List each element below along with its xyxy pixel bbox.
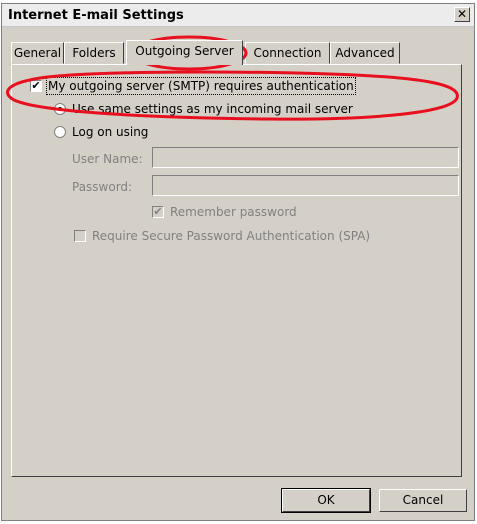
tab-folders[interactable]: Folders (64, 42, 124, 64)
tab-outgoing-server[interactable]: Outgoing Server (126, 40, 243, 65)
user-name-field[interactable] (152, 147, 459, 168)
use-same-settings-label: Use same settings as my incoming mail se… (72, 102, 353, 116)
ok-button[interactable]: OK (281, 488, 371, 513)
smtp-auth-row[interactable]: ✔ My outgoing server (SMTP) requires aut… (30, 77, 356, 95)
tab-advanced[interactable]: Advanced (330, 42, 400, 64)
log-on-using-label: Log on using (72, 125, 149, 139)
user-name-label: User Name: (72, 152, 143, 166)
remember-password-checkbox[interactable]: ✔ (152, 206, 164, 218)
remember-password-row[interactable]: ✔ Remember password (152, 205, 297, 219)
password-field[interactable] (152, 175, 459, 196)
use-same-settings-row[interactable]: Use same settings as my incoming mail se… (54, 102, 353, 116)
spa-row[interactable]: Require Secure Password Authentication (… (74, 229, 370, 243)
window-title: Internet E-mail Settings (8, 8, 184, 23)
password-label: Password: (72, 180, 133, 194)
remember-password-label: Remember password (170, 205, 297, 219)
title-bar: Internet E-mail Settings ✕ (2, 4, 474, 27)
tab-connection[interactable]: Connection (245, 42, 330, 64)
smtp-auth-checkbox[interactable]: ✔ (30, 80, 42, 92)
use-same-settings-radio[interactable] (54, 103, 66, 115)
close-icon[interactable]: ✕ (454, 7, 470, 22)
spa-label: Require Secure Password Authentication (… (92, 229, 371, 243)
spa-checkbox[interactable] (74, 230, 86, 242)
cancel-button[interactable]: Cancel (379, 489, 467, 512)
log-on-using-row[interactable]: Log on using (54, 125, 148, 139)
smtp-auth-label: My outgoing server (SMTP) requires authe… (46, 77, 356, 95)
log-on-using-radio[interactable] (54, 126, 66, 138)
tab-general[interactable]: General (11, 42, 64, 64)
